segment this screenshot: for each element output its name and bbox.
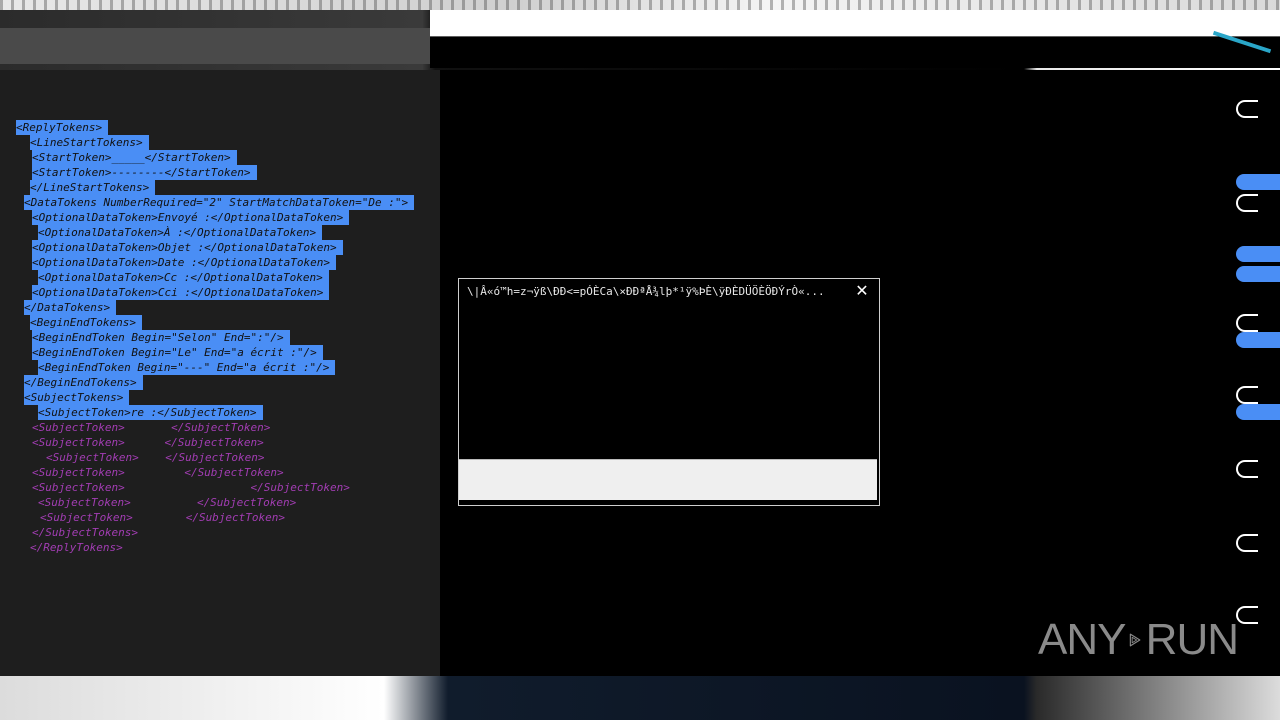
code-line[interactable]: </ReplyTokens>: [30, 540, 123, 555]
anyrun-watermark: ANY RUN: [1038, 608, 1239, 672]
toolbar-right-panel: [430, 10, 1280, 68]
dialog-window: \|Â«ó™h=z¬ÿß\ÐÐ<=pÓÈCa\×ÐÐªÅ¾lþ*¹ÿ%ÞÈ\ÿÐ…: [458, 278, 880, 506]
code-line[interactable]: <SubjectToken> </SubjectToken>: [32, 420, 270, 435]
dialog-title: \|Â«ó™h=z¬ÿß\ÐÐ<=pÓÈCa\×ÐÐªÅ¾lþ*¹ÿ%ÞÈ\ÿÐ…: [467, 285, 825, 298]
watermark-right-text: RUN: [1145, 615, 1239, 664]
code-line[interactable]: <SubjectToken>re :</SubjectToken>: [38, 405, 263, 420]
code-line[interactable]: <LineStartTokens>: [30, 135, 149, 150]
code-line[interactable]: <SubjectTokens>: [24, 390, 130, 405]
taskbar: [0, 676, 1280, 720]
code-line[interactable]: </BeginEndTokens>: [24, 375, 143, 390]
code-line[interactable]: <OptionalDataToken>Cc :</OptionalDataTok…: [38, 270, 329, 285]
title-bar: [0, 0, 1280, 10]
code-line[interactable]: <OptionalDataToken>Cci :</OptionalDataTo…: [32, 285, 330, 300]
code-line[interactable]: <ReplyTokens>: [16, 120, 109, 135]
code-line[interactable]: <OptionalDataToken>Envoyé :</OptionalDat…: [32, 210, 350, 225]
code-line[interactable]: <OptionalDataToken>À :</OptionalDataToke…: [38, 225, 323, 240]
code-line[interactable]: <OptionalDataToken>Objet :</OptionalData…: [32, 240, 343, 255]
code-line[interactable]: <SubjectToken> </SubjectToken>: [32, 465, 284, 480]
code-line[interactable]: <SubjectToken> </SubjectToken>: [38, 495, 296, 510]
code-line[interactable]: <SubjectToken> </SubjectToken>: [32, 435, 264, 450]
watermark-left-text: ANY: [1038, 615, 1126, 664]
code-line[interactable]: <BeginEndToken Begin="Selon" End=":"/>: [32, 330, 290, 345]
code-line[interactable]: <SubjectToken> </SubjectToken>: [46, 450, 265, 465]
code-line[interactable]: <SubjectToken> </SubjectToken>: [40, 510, 285, 525]
code-line[interactable]: <StartToken>_____</StartToken>: [32, 150, 237, 165]
code-line[interactable]: </DataTokens>: [24, 300, 117, 315]
code-line[interactable]: <BeginEndToken Begin="---" End="a écrit …: [38, 360, 336, 375]
close-icon[interactable]: ✕: [853, 282, 871, 300]
code-line[interactable]: <SubjectToken> </SubjectToken>: [32, 480, 350, 495]
screen: <ReplyTokens> <LineStartTokens> <StartToke…: [0, 0, 1280, 720]
code-line[interactable]: <DataTokens NumberRequired="2" StartMatc…: [24, 195, 415, 210]
dialog-input-field[interactable]: [459, 459, 877, 500]
code-line[interactable]: <BeginEndToken Begin="Le" End="a écrit :…: [32, 345, 323, 360]
code-line[interactable]: <StartToken>--------</StartToken>: [32, 165, 257, 180]
code-editor[interactable]: <ReplyTokens> <LineStartTokens> <StartToke…: [0, 70, 445, 676]
code-line[interactable]: </SubjectTokens>: [32, 525, 138, 540]
code-line[interactable]: <BeginEndTokens>: [30, 315, 142, 330]
code-line[interactable]: </LineStartTokens>: [30, 180, 156, 195]
code-line[interactable]: <OptionalDataToken>Date :</OptionalDataT…: [32, 255, 337, 270]
play-logo-icon: [1130, 633, 1141, 647]
right-edge-artifacts: [1236, 70, 1280, 676]
